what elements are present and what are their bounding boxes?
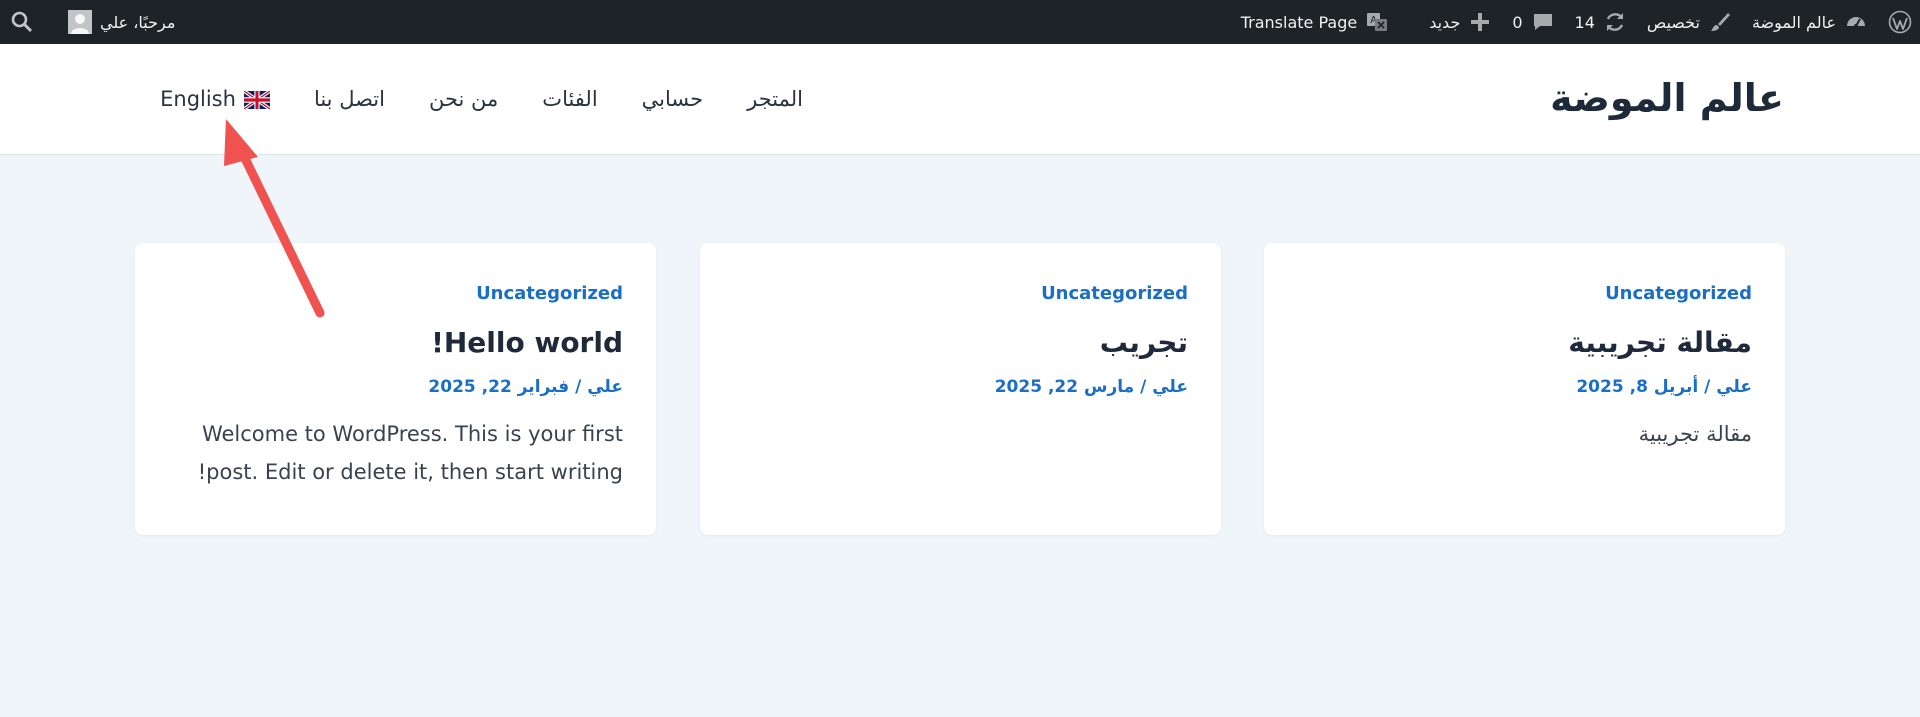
post-meta: علي / فبراير 22, 2025 xyxy=(168,377,623,397)
nav-item-about[interactable]: من نحن xyxy=(429,87,498,111)
post-category-link[interactable]: Uncategorized xyxy=(733,283,1188,304)
admin-bar-secondary: مرحبًا، علي xyxy=(0,0,175,44)
nav-item-categories[interactable]: الفئات xyxy=(542,87,597,111)
avatar xyxy=(68,10,92,34)
post-card: Uncategorized تجريب علي / مارس 22, 2025 xyxy=(700,243,1221,535)
nav-item-contact[interactable]: اتصل بنا xyxy=(314,87,385,111)
translate-page-menu[interactable]: A Translate Page xyxy=(1231,0,1419,44)
greeting-label: مرحبًا، علي xyxy=(100,12,176,32)
post-title-link[interactable]: Hello world! xyxy=(168,326,623,359)
post-author-link[interactable]: علي xyxy=(1716,377,1752,397)
post-title-link[interactable]: مقالة تجريبية xyxy=(1297,326,1752,359)
post-author-link[interactable]: علي xyxy=(587,377,623,397)
post-card: Uncategorized Hello world! علي / فبراير … xyxy=(135,243,656,535)
site-name-menu[interactable]: عالم الموضة xyxy=(1742,0,1878,44)
nav-item-shop[interactable]: المتجر xyxy=(747,87,803,111)
meta-separator: / xyxy=(1698,377,1711,397)
updates-count: 14 xyxy=(1574,12,1595,32)
comment-icon xyxy=(1531,10,1555,34)
customize-menu[interactable]: تخصيص xyxy=(1637,0,1742,44)
post-meta: علي / مارس 22, 2025 xyxy=(733,377,1188,397)
post-author-link[interactable]: علي xyxy=(1152,377,1188,397)
wp-admin-bar: عالم الموضة تخصيص 14 0 جديد A Translate … xyxy=(0,0,1920,44)
post-excerpt: مقالة تجريبية xyxy=(1638,422,1752,446)
updates-icon xyxy=(1603,10,1627,34)
new-label: جديد xyxy=(1429,12,1461,32)
post-card: Uncategorized مقالة تجريبية علي / أبريل … xyxy=(1264,243,1785,535)
post-date-link[interactable]: مارس 22, 2025 xyxy=(995,377,1134,397)
meta-separator: / xyxy=(1134,377,1147,397)
search-icon xyxy=(10,10,34,34)
posts-grid: Uncategorized مقالة تجريبية علي / أبريل … xyxy=(135,243,1785,535)
post-excerpt: Welcome to WordPress. This is your first… xyxy=(197,422,623,484)
uk-flag-icon xyxy=(242,89,271,111)
new-content-menu[interactable]: جديد xyxy=(1419,0,1502,44)
dashboard-icon xyxy=(1844,10,1868,34)
post-title-link[interactable]: تجريب xyxy=(733,326,1188,359)
translate-page-label: Translate Page xyxy=(1240,12,1358,32)
nav-item-language-switcher[interactable]: English xyxy=(160,87,271,111)
customize-label: تخصيص xyxy=(1646,12,1700,32)
translate-icon: A xyxy=(1365,10,1389,34)
brush-icon xyxy=(1708,10,1732,34)
my-account-menu[interactable]: مرحبًا، علي xyxy=(58,0,175,44)
post-category-link[interactable]: Uncategorized xyxy=(168,283,623,304)
meta-separator: / xyxy=(569,377,582,397)
post-date-link[interactable]: فبراير 22, 2025 xyxy=(428,377,569,397)
nav-item-account[interactable]: حسابي xyxy=(642,87,703,111)
plus-icon xyxy=(1468,10,1492,34)
comments-menu[interactable]: 0 xyxy=(1502,0,1564,44)
main-navigation: المتجر حسابي الفئات من نحن اتصل بنا Engl… xyxy=(160,87,803,111)
site-header: عالم الموضة المتجر حسابي الفئات من نحن ا… xyxy=(0,44,1920,155)
post-meta: علي / أبريل 8, 2025 xyxy=(1297,377,1752,397)
search-toggle[interactable] xyxy=(0,0,44,44)
post-category-link[interactable]: Uncategorized xyxy=(1297,283,1752,304)
language-label: English xyxy=(160,87,236,111)
updates-menu[interactable]: 14 xyxy=(1565,0,1637,44)
wordpress-icon xyxy=(1888,10,1912,34)
site-name-label: عالم الموضة xyxy=(1751,12,1836,32)
comments-count: 0 xyxy=(1512,12,1523,32)
wp-logo-menu[interactable] xyxy=(1878,0,1920,44)
site-title[interactable]: عالم الموضة xyxy=(1550,76,1784,120)
post-date-link[interactable]: أبريل 8, 2025 xyxy=(1576,377,1698,397)
